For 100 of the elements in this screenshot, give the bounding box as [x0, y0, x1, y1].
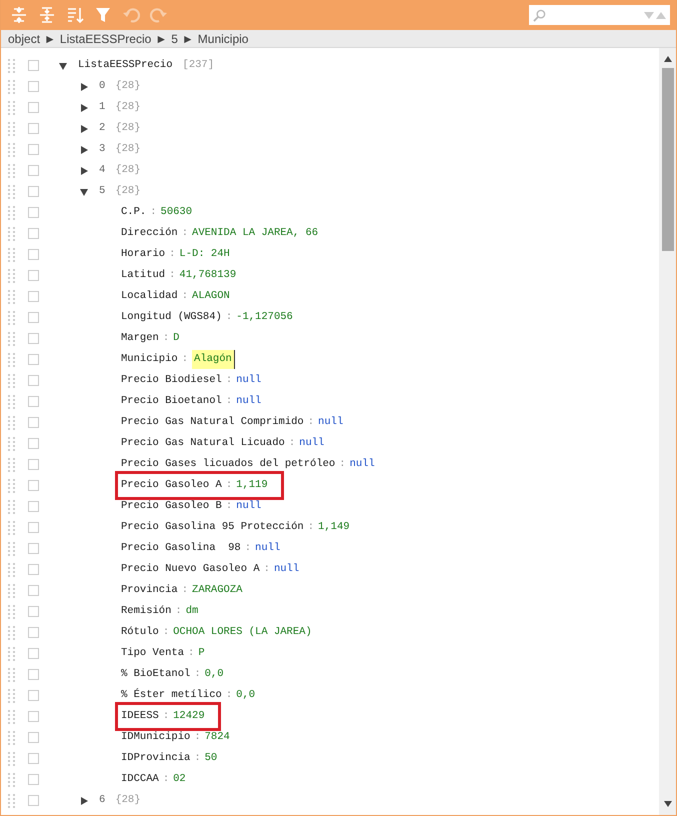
drag-handle-icon[interactable] — [8, 310, 16, 324]
checkbox[interactable] — [28, 438, 39, 449]
drag-handle-icon[interactable] — [8, 688, 16, 702]
checkbox[interactable] — [28, 732, 39, 743]
search-previous-icon[interactable] — [656, 12, 666, 18]
drag-handle-icon[interactable] — [8, 332, 16, 346]
scrollbar[interactable] — [659, 48, 676, 815]
checkbox[interactable] — [28, 795, 39, 806]
key-separator: : — [162, 708, 170, 724]
item-count: [237] — [182, 58, 214, 73]
checkbox[interactable] — [28, 144, 39, 155]
checkbox[interactable] — [28, 60, 39, 71]
drag-handle-icon[interactable] — [8, 416, 16, 430]
drag-handle-icon[interactable] — [8, 164, 16, 178]
checkbox[interactable] — [28, 669, 39, 680]
drag-handle-icon[interactable] — [8, 206, 16, 220]
checkbox[interactable] — [28, 375, 39, 386]
checkbox[interactable] — [28, 648, 39, 659]
checkbox[interactable] — [28, 459, 39, 470]
drag-handle-icon[interactable] — [8, 626, 16, 640]
key-separator: : — [169, 268, 176, 283]
drag-handle-icon[interactable] — [8, 394, 16, 408]
breadcrumb-link[interactable]: object — [8, 30, 40, 48]
checkbox[interactable] — [28, 753, 39, 764]
checkbox[interactable] — [28, 606, 39, 617]
drag-handle-icon[interactable] — [8, 80, 16, 94]
expand-arrow-icon[interactable] — [79, 144, 89, 154]
drag-handle-icon[interactable] — [8, 730, 16, 744]
checkbox[interactable] — [28, 186, 39, 197]
search-next-icon[interactable] — [644, 12, 654, 18]
drag-handle-icon[interactable] — [8, 500, 16, 514]
checkbox[interactable] — [28, 291, 39, 302]
drag-handle-icon[interactable] — [8, 268, 16, 282]
checkbox[interactable] — [28, 102, 39, 113]
checkbox[interactable] — [28, 585, 39, 596]
checkbox[interactable] — [28, 270, 39, 281]
key-separator: : — [162, 624, 170, 640]
checkbox[interactable] — [28, 207, 39, 218]
drag-handle-icon[interactable] — [8, 248, 16, 262]
drag-handle-icon[interactable] — [8, 58, 16, 72]
checkbox[interactable] — [28, 711, 39, 722]
expand-arrow-icon[interactable] — [79, 102, 89, 112]
item-count: {28} — [115, 78, 141, 94]
drag-handle-icon[interactable] — [8, 542, 16, 556]
checkbox[interactable] — [28, 354, 39, 365]
drag-handle-icon[interactable] — [8, 458, 16, 472]
drag-handle-icon[interactable] — [8, 374, 16, 388]
field-key: C.P. — [121, 204, 146, 220]
scrollbar-thumb[interactable] — [662, 68, 674, 251]
drag-handle-icon[interactable] — [8, 436, 16, 450]
drag-handle-icon[interactable] — [8, 478, 16, 492]
checkbox[interactable] — [28, 774, 39, 785]
checkbox[interactable] — [28, 417, 39, 428]
drag-handle-icon[interactable] — [8, 562, 16, 576]
collapse-arrow-icon[interactable] — [58, 60, 68, 70]
drag-handle-icon[interactable] — [8, 668, 16, 682]
checkbox[interactable] — [28, 627, 39, 638]
checkbox[interactable] — [28, 396, 39, 407]
field-key: Precio Gas Natural Comprimido — [121, 414, 304, 430]
expand-arrow-icon[interactable] — [79, 124, 89, 134]
checkbox[interactable] — [28, 333, 39, 344]
search-field[interactable] — [529, 5, 670, 25]
checkbox[interactable] — [28, 543, 39, 554]
drag-handle-icon[interactable] — [8, 584, 16, 598]
breadcrumb-link[interactable]: ListaEESSPrecio — [60, 30, 152, 48]
checkbox[interactable] — [28, 690, 39, 701]
drag-handle-icon[interactable] — [8, 184, 16, 198]
collapse-arrow-icon[interactable] — [79, 186, 89, 196]
drag-handle-icon[interactable] — [8, 710, 16, 724]
scroll-down-icon[interactable] — [664, 801, 672, 807]
expand-arrow-icon[interactable] — [79, 82, 89, 92]
checkbox[interactable] — [28, 249, 39, 260]
drag-handle-icon[interactable] — [8, 226, 16, 240]
checkbox[interactable] — [28, 81, 39, 92]
checkbox[interactable] — [28, 501, 39, 512]
drag-handle-icon[interactable] — [8, 752, 16, 766]
drag-handle-icon[interactable] — [8, 794, 16, 808]
field-key: Precio Nuevo Gasoleo A — [121, 562, 260, 578]
drag-handle-icon[interactable] — [8, 142, 16, 156]
drag-handle-icon[interactable] — [8, 520, 16, 534]
checkbox[interactable] — [28, 564, 39, 575]
breadcrumb-link[interactable]: 5 — [171, 30, 178, 48]
checkbox[interactable] — [28, 165, 39, 176]
drag-handle-icon[interactable] — [8, 646, 16, 660]
drag-handle-icon[interactable] — [8, 290, 16, 304]
expand-arrow-icon[interactable] — [79, 796, 89, 806]
expand-arrow-icon[interactable] — [79, 166, 89, 176]
breadcrumb-link[interactable]: Municipio — [198, 30, 248, 48]
drag-handle-icon[interactable] — [8, 122, 16, 136]
checkbox[interactable] — [28, 312, 39, 323]
scroll-up-icon[interactable] — [664, 56, 672, 62]
drag-handle-icon[interactable] — [8, 352, 16, 366]
drag-handle-icon[interactable] — [8, 100, 16, 114]
field-key: IDMunicipio — [121, 730, 190, 746]
checkbox[interactable] — [28, 522, 39, 533]
checkbox[interactable] — [28, 228, 39, 239]
drag-handle-icon[interactable] — [8, 772, 16, 786]
checkbox[interactable] — [28, 480, 39, 491]
drag-handle-icon[interactable] — [8, 604, 16, 618]
checkbox[interactable] — [28, 123, 39, 134]
